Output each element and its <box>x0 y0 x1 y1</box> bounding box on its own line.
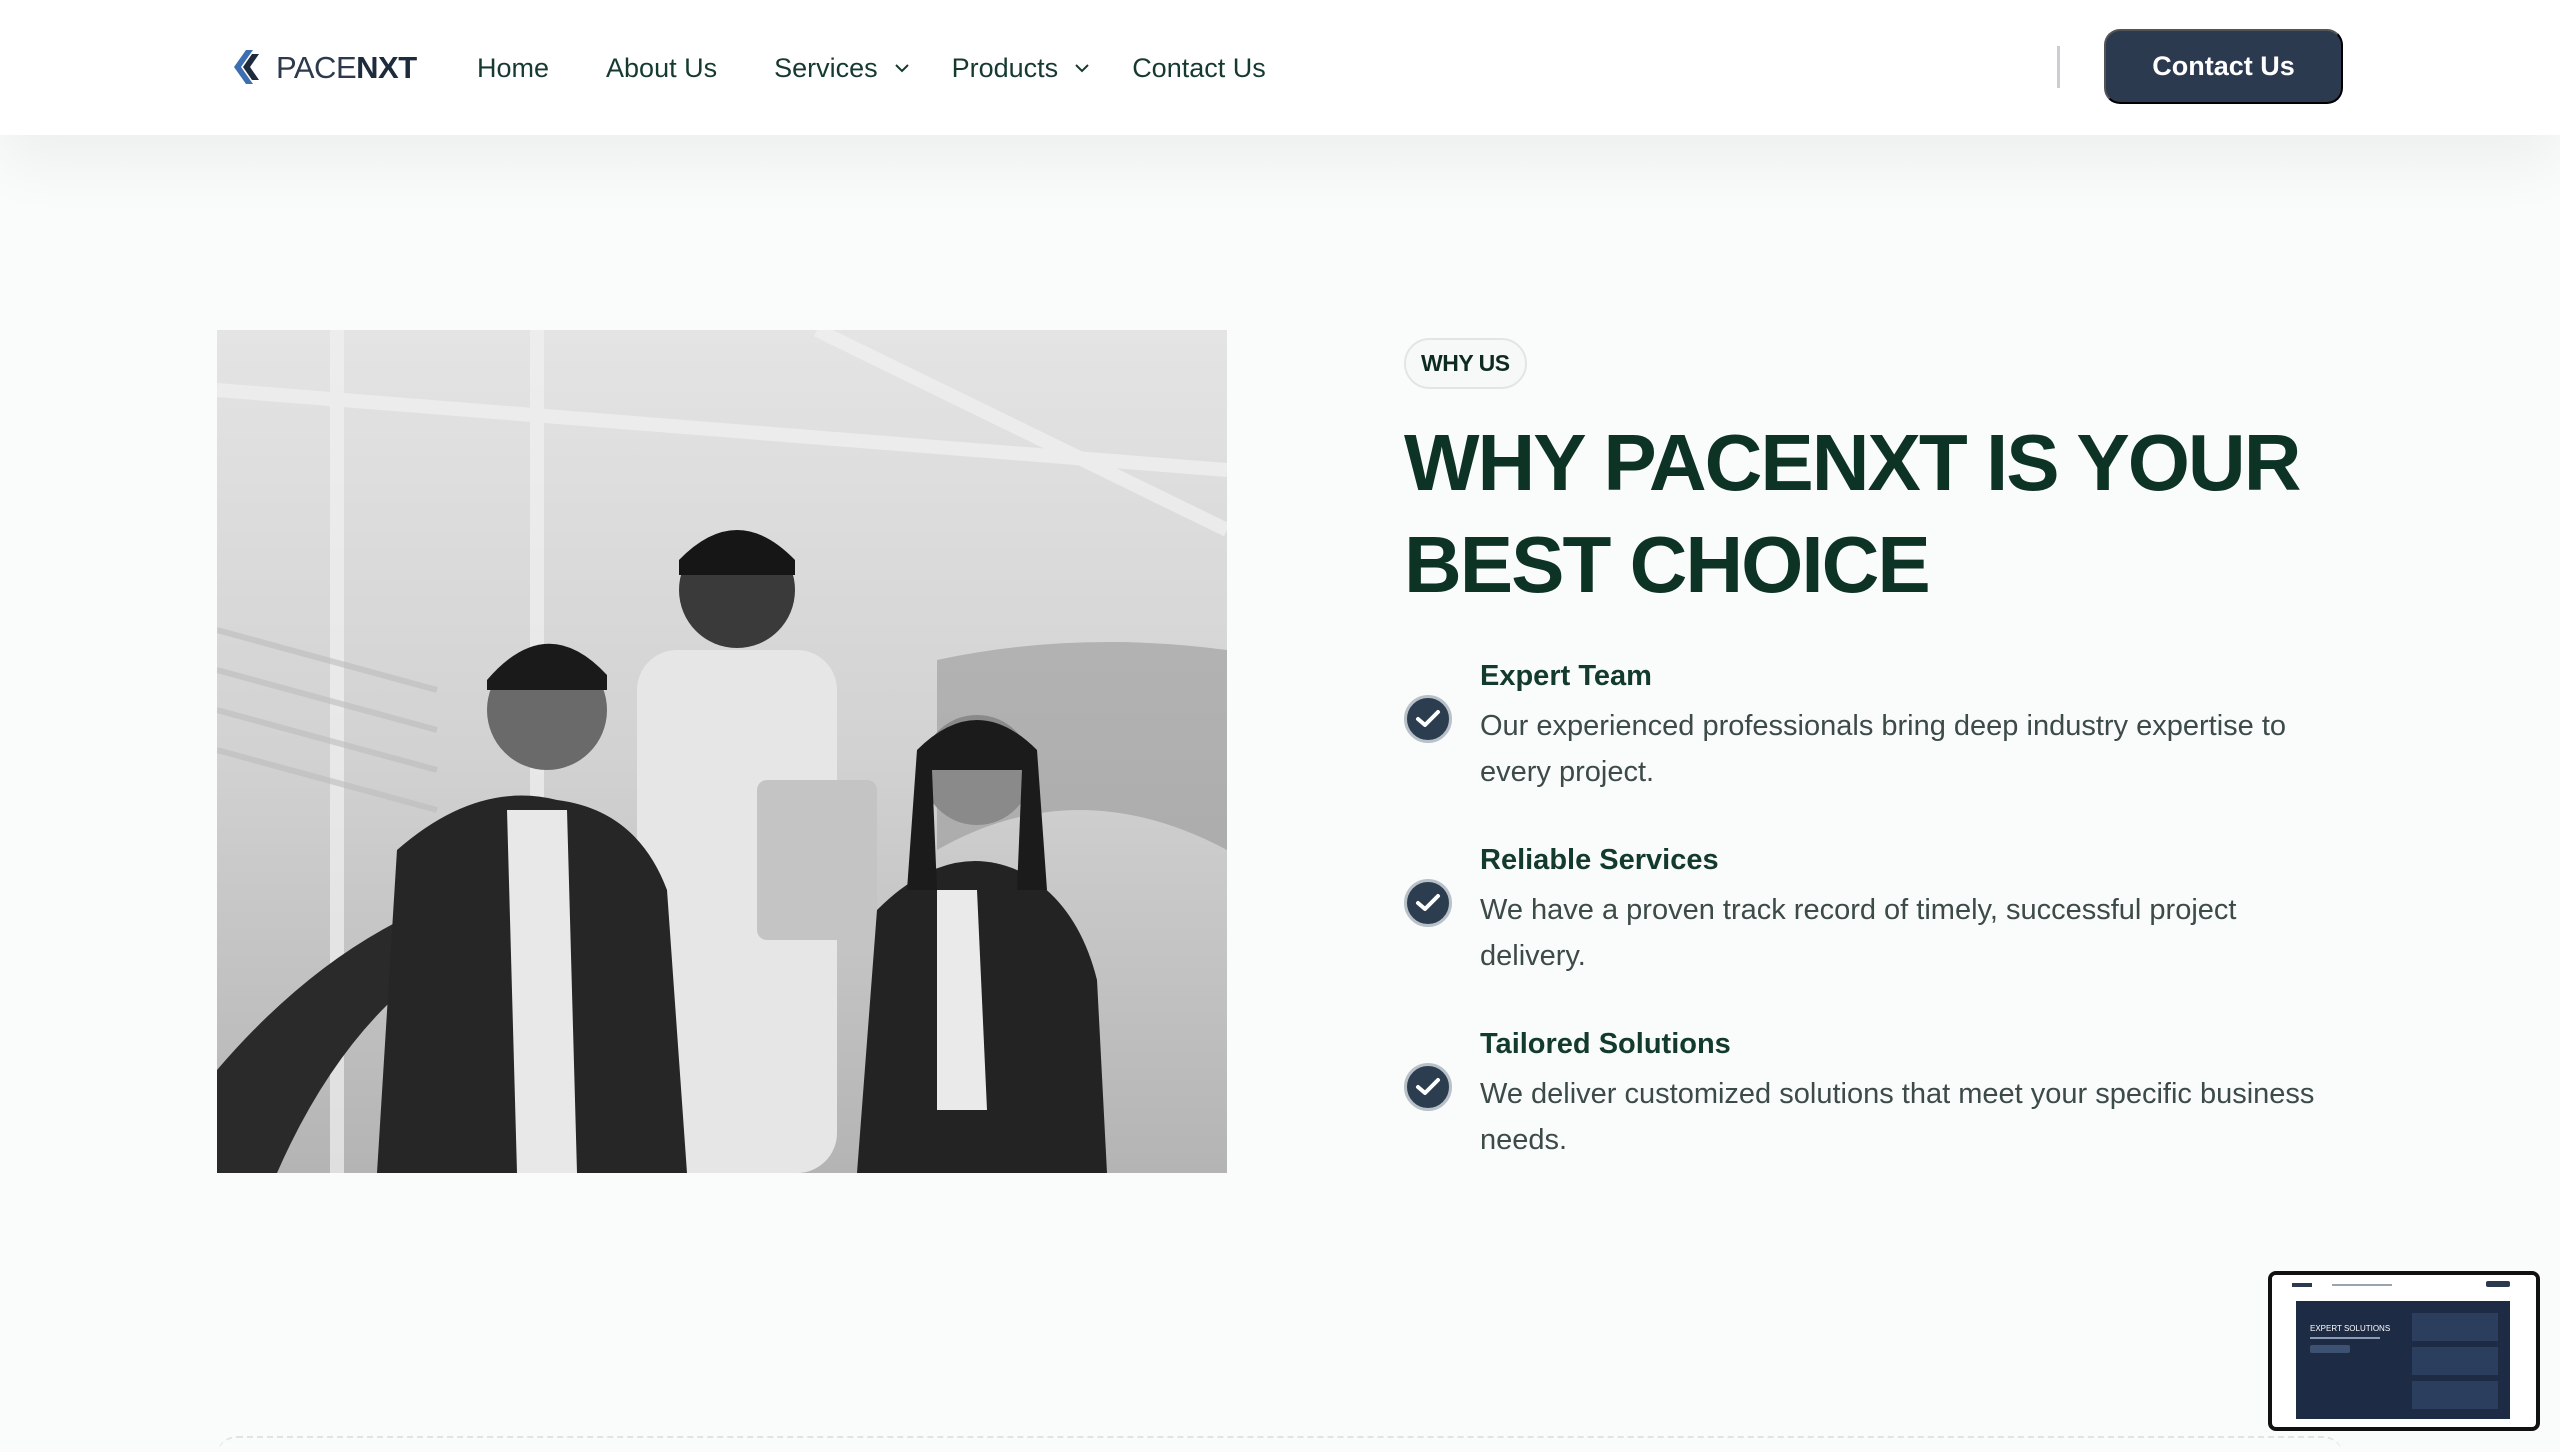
team-photo <box>217 330 1227 1173</box>
feature-title: Reliable Services <box>1480 844 1719 876</box>
preview-content: EXPERT SOLUTIONS <box>2296 1301 2510 1419</box>
contact-us-button[interactable]: Contact Us <box>2104 29 2343 104</box>
feature-description: We deliver customized solutions that mee… <box>1480 1078 2315 1156</box>
feature-description: We have a proven track record of timely,… <box>1480 894 2237 972</box>
nav-item-about-us[interactable]: About Us <box>606 53 717 84</box>
feature-expert-team: Expert Team Our experienced professional… <box>1404 655 2344 839</box>
nav-label: Home <box>477 52 550 83</box>
nav-item-products[interactable]: Products <box>952 53 1091 84</box>
main-nav: Home About Us Services Products Contact … <box>477 46 1323 90</box>
preview-topbar <box>2272 1275 2536 1295</box>
logo-mark-icon <box>234 50 259 84</box>
check-circle-icon <box>1404 1063 1452 1111</box>
feature-tailored-solutions: Tailored Solutions We deliver customized… <box>1404 1023 2344 1207</box>
section-badge: WHY US <box>1404 338 1527 389</box>
next-section-edge <box>217 1436 2343 1452</box>
brand-name: PACENXT <box>276 49 417 85</box>
site-header: PACENXT Home About Us Services Products … <box>0 0 2560 135</box>
feature-title: Expert Team <box>1480 660 1652 692</box>
preview-title: EXPERT SOLUTIONS <box>2310 1324 2390 1333</box>
team-photo-illustration <box>217 330 1227 1173</box>
nav-divider <box>2057 46 2060 88</box>
nav-label: Products <box>951 52 1059 83</box>
nav-label: Contact Us <box>1132 52 1266 83</box>
heading-line-2: BEST CHOICE <box>1404 520 1931 609</box>
check-circle-icon <box>1404 879 1452 927</box>
nav-label: Services <box>774 52 878 83</box>
nav-item-services[interactable]: Services <box>774 53 910 84</box>
heading-line-1: WHY PACENXT IS YOUR <box>1404 418 2301 507</box>
feature-description: Our experienced professionals bring deep… <box>1480 710 2287 788</box>
feature-title: Tailored Solutions <box>1480 1028 1731 1060</box>
features-list: Expert Team Our experienced professional… <box>1404 655 2344 1207</box>
check-circle-icon <box>1404 695 1452 743</box>
brand-logo[interactable]: PACENXT <box>226 44 417 90</box>
nav-item-home[interactable]: Home <box>477 53 549 84</box>
nav-label: About Us <box>606 52 718 83</box>
nav-item-contact-us[interactable]: Contact Us <box>1132 53 1266 84</box>
feature-reliable-services: Reliable Services We have a proven track… <box>1404 839 2344 1023</box>
section-heading: WHY PACENXT IS YOUR BEST CHOICE <box>1404 412 2404 616</box>
chevron-down-icon <box>1075 64 1089 73</box>
page-preview-thumbnail[interactable]: EXPERT SOLUTIONS <box>2268 1271 2540 1431</box>
chevron-down-icon <box>894 64 909 73</box>
